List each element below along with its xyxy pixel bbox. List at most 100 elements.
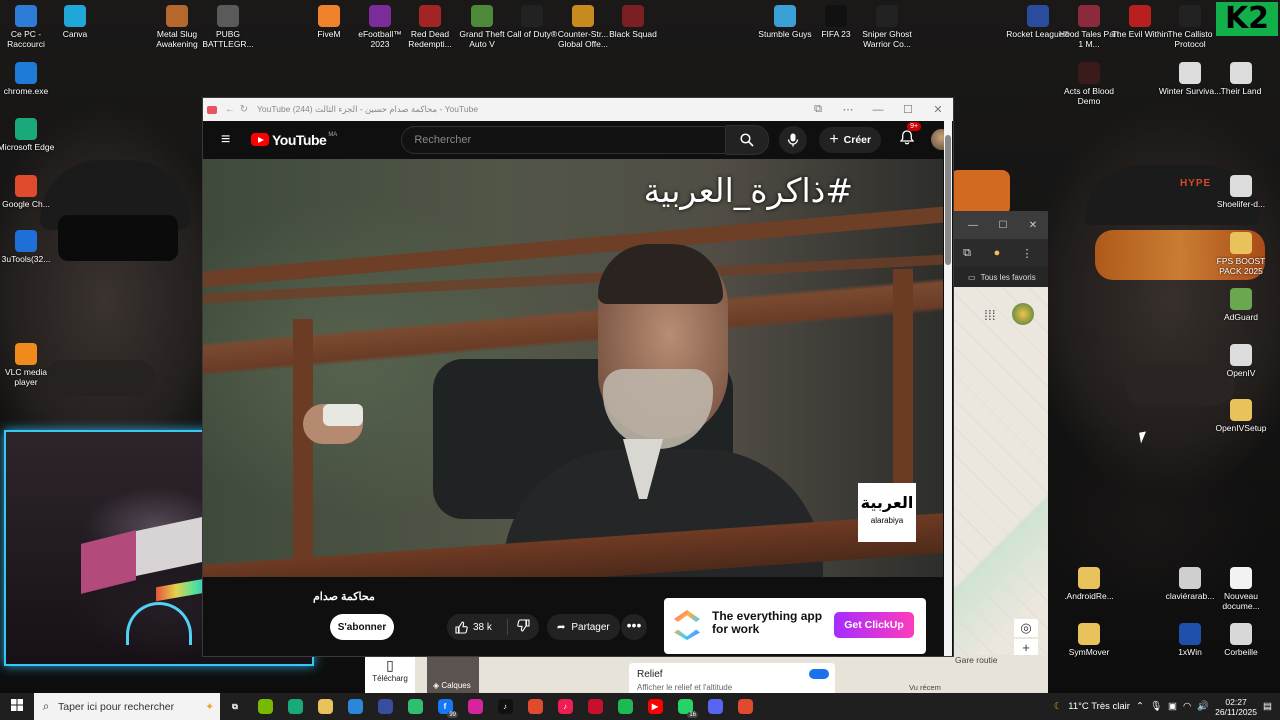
taskbar-app-button[interactable]: ♪ (550, 693, 580, 720)
desktop-icon[interactable]: chrome.exe (0, 62, 58, 96)
taskbar-app-button[interactable] (400, 693, 430, 720)
taskbar-search[interactable]: ⌕ Taper ici pour rechercher ✦ (34, 693, 220, 720)
video-player[interactable]: #ذاكرة_العربية العربية alarabiya (203, 159, 943, 577)
dislike-button[interactable] (508, 619, 539, 635)
recently-viewed-label[interactable]: Vu récem (909, 683, 941, 692)
desktop-icon[interactable]: PUBG BATTLEGR... (196, 5, 260, 49)
microphone-icon (788, 133, 799, 146)
voice-search-button[interactable] (779, 125, 808, 154)
desktop-icon[interactable]: The Callisto Protocol (1158, 5, 1222, 49)
desktop-icon[interactable]: Nouveau docume... (1209, 567, 1273, 611)
clock-date: 26/11/2025 (1215, 706, 1258, 717)
taskbar-app-button[interactable]: ▶ (640, 693, 670, 720)
taskbar-app-button[interactable] (370, 693, 400, 720)
desktop-icon[interactable]: Shoelifer-d... (1209, 175, 1273, 209)
secondary-browser-window[interactable]: — ☐ ✕ ⧉ ● ⋮ ▭ Tous les favoris ⁞⁞⁞ ◎ + − (952, 211, 1048, 693)
taskbar-app-button[interactable]: f 99 (430, 693, 460, 720)
desktop-icon[interactable]: SymMover (1057, 623, 1121, 657)
desktop-icon[interactable]: Canva (43, 5, 107, 39)
tiktok-icon: ♪ (557, 699, 573, 714)
wifi-icon[interactable]: ◠ (1183, 701, 1191, 712)
locate-icon[interactable]: ◎ (1014, 619, 1038, 637)
desktop-icon[interactable]: AdGuard (1209, 288, 1273, 322)
desktop-icon[interactable]: 3uTools(32... (0, 230, 58, 264)
taskbar-app-button[interactable] (460, 693, 490, 720)
search-button[interactable] (726, 124, 770, 155)
desktop-icon[interactable]: OpenIVSetup (1209, 399, 1273, 433)
taskbar-app-button[interactable] (340, 693, 370, 720)
taskbar-app-button[interactable] (310, 693, 340, 720)
chevron-up-icon[interactable]: ⌃ (1136, 701, 1144, 712)
share-button[interactable]: ➦ Partager (547, 614, 620, 640)
more-actions-button[interactable]: ••• (621, 614, 647, 640)
ad-banner[interactable]: The everything app for work Get ClickUp (664, 598, 926, 654)
scrollbar-thumb[interactable] (945, 135, 951, 265)
notifications-button[interactable]: 9+ (897, 121, 922, 150)
ad-cta-button[interactable]: Get ClickUp (834, 612, 914, 638)
desktop-icon[interactable]: Acts of Blood Demo (1057, 62, 1121, 106)
like-button[interactable]: 38 k (447, 619, 508, 635)
back-icon[interactable]: ← (223, 104, 237, 115)
extensions-icon[interactable]: ⧉ (952, 247, 982, 260)
page-scrollbar[interactable] (944, 121, 952, 656)
network-icon[interactable]: ▣ (1168, 701, 1177, 712)
download-button[interactable]: ▯ Télécharg (365, 655, 415, 693)
bookmarks-all[interactable]: Tous les favoris (981, 273, 1036, 282)
minimize-button[interactable]: — (958, 220, 988, 231)
desktop-icon[interactable]: Microsoft Edge (0, 118, 58, 152)
maximize-button[interactable]: ☐ (988, 220, 1018, 231)
app-icon (587, 699, 603, 714)
taskbar-app-button[interactable] (580, 693, 610, 720)
desktop-icon[interactable]: Corbeille (1209, 623, 1273, 657)
volume-icon[interactable]: 🔊 (1197, 701, 1209, 712)
refresh-icon[interactable]: ↻ (237, 104, 251, 115)
close-button[interactable]: ✕ (923, 103, 953, 116)
desktop-icon[interactable]: OpenIV (1209, 344, 1273, 378)
desktop-icon[interactable]: Google Ch... (0, 175, 58, 209)
clock[interactable]: 02:27 26/11/2025 (1215, 697, 1257, 717)
hamburger-menu-icon[interactable]: ≡ (221, 131, 235, 147)
apps-grid-icon[interactable]: ⁞⁞⁞ (984, 307, 996, 323)
avatar[interactable] (1012, 303, 1034, 325)
taskbar-app-button[interactable] (280, 693, 310, 720)
search-input[interactable] (412, 132, 707, 147)
youtube-logo[interactable]: YouTube MA (251, 132, 337, 148)
desktop-icon[interactable]: FPS BOOST PACK 2025 (1209, 232, 1273, 276)
maximize-button[interactable]: ☐ (893, 103, 923, 116)
microphone-icon[interactable]: 🎙 (1150, 701, 1162, 712)
desktop-icon[interactable]: Black Squad (601, 5, 665, 39)
desktop-icon[interactable]: VLC media player (0, 343, 58, 387)
layers-button[interactable]: ◈ Calques (427, 655, 479, 693)
profile-icon[interactable]: ● (982, 247, 1012, 259)
youtube-browser-window[interactable]: ← ↻ YouTube (244) محاكمة صدام حسين - الج… (202, 97, 954, 657)
taskbar-app-button[interactable] (700, 693, 730, 720)
taskbar-app-button[interactable] (250, 693, 280, 720)
tools-icon (15, 230, 37, 252)
taskbar-app-button[interactable]: ♪ (490, 693, 520, 720)
desktop-icon[interactable]: Their Land (1209, 62, 1273, 96)
close-button[interactable]: ✕ (1018, 220, 1048, 231)
taskbar-app-button[interactable] (730, 693, 760, 720)
desktop-icon[interactable]: .AndroidRe... (1057, 567, 1121, 601)
edge-icon (15, 118, 37, 140)
minimize-button[interactable]: — (863, 104, 893, 116)
desktop-icon-label: Corbeille (1224, 647, 1258, 657)
desktop-icon[interactable]: Sniper Ghost Warrior Co... (855, 5, 919, 49)
weather-text[interactable]: 11°C Très clair (1068, 701, 1130, 712)
create-button[interactable]: + Créer (819, 126, 882, 153)
relief-toggle[interactable] (809, 669, 829, 679)
subscribe-button[interactable]: S'abonner (330, 614, 394, 640)
taskbar-app-button[interactable] (520, 693, 550, 720)
chrome-icon (737, 699, 753, 714)
more-options-icon[interactable]: ⋯ (833, 103, 863, 116)
start-button[interactable] (0, 698, 34, 716)
taskbar-app-button[interactable]: 16 (670, 693, 700, 720)
relief-panel[interactable]: Relief Afficher le relief et l'altitude (629, 663, 835, 693)
menu-kebab-icon[interactable]: ⋮ (1012, 247, 1042, 260)
notifications-icon[interactable]: ▤ (1263, 701, 1272, 712)
install-app-icon[interactable]: ⧉ (803, 103, 833, 116)
taskbar-app-button[interactable]: ⧉ (220, 693, 250, 720)
taskbar-app-button[interactable] (610, 693, 640, 720)
folder-icon: ▭ (968, 272, 976, 282)
app-icon (1179, 623, 1201, 645)
